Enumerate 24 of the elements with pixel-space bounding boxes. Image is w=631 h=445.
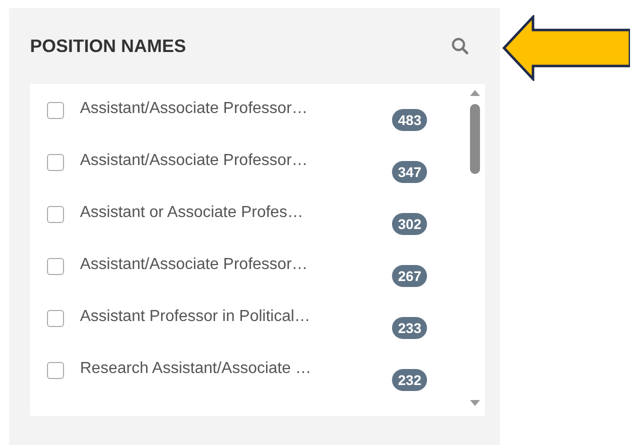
panel-title: POSITION NAMES — [30, 36, 186, 56]
position-name[interactable]: Assistant/Associate Professor… — [80, 100, 392, 118]
checkbox[interactable] — [47, 362, 64, 379]
count-badge: 347 — [392, 161, 428, 183]
scroll-thumb[interactable] — [470, 104, 480, 174]
scroll-down-icon[interactable] — [470, 400, 480, 406]
search-icon[interactable] — [451, 37, 469, 55]
position-name[interactable]: Assistant/Associate Professor… — [80, 152, 392, 170]
count-badge: 233 — [392, 317, 428, 339]
position-name[interactable]: Assistant Professor in Political… — [80, 308, 392, 326]
position-name[interactable]: Research Assistant/Associate … — [80, 360, 392, 378]
arrow-icon — [502, 15, 630, 81]
position-name[interactable]: Assistant/Associate Professor… — [80, 256, 392, 274]
checkbox[interactable] — [47, 206, 64, 223]
checkbox[interactable] — [47, 258, 64, 275]
checkbox[interactable] — [47, 102, 64, 119]
checkbox[interactable] — [47, 154, 64, 171]
count-badge: 483 — [392, 109, 428, 131]
count-badge: 302 — [392, 213, 428, 235]
count-badge: 267 — [392, 265, 428, 287]
scroll-up-icon[interactable] — [470, 90, 480, 96]
position-name[interactable]: Assistant or Associate Profes… — [80, 204, 392, 222]
count-badge: 232 — [392, 369, 428, 391]
checkbox[interactable] — [47, 310, 64, 327]
